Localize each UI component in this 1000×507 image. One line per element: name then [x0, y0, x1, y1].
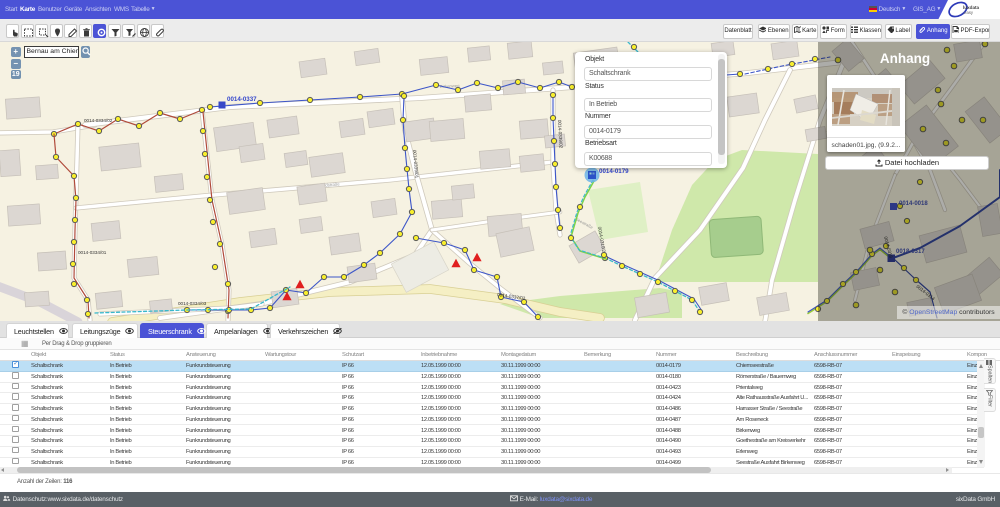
svg-text:0014-0334/02: 0014-0334/02	[84, 118, 113, 123]
svg-text:.easy: .easy	[963, 10, 974, 15]
svg-text:0014-0334/01: 0014-0334/01	[78, 250, 107, 255]
svg-text:0014-0337: 0014-0337	[227, 96, 257, 103]
svg-text:0014-0179: 0014-0179	[599, 168, 629, 175]
svg-text:0014-0334/03: 0014-0334/03	[178, 301, 207, 306]
